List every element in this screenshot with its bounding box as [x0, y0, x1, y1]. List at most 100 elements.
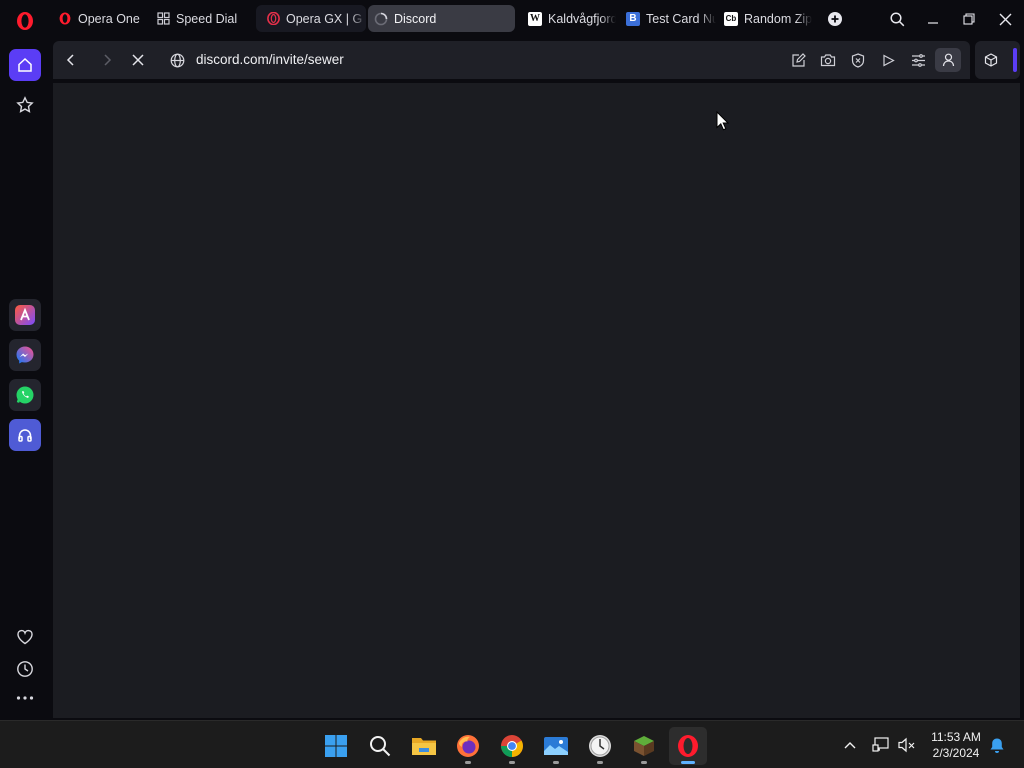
close-icon — [999, 13, 1011, 25]
network-icon — [872, 737, 889, 752]
forward-button[interactable] — [95, 48, 119, 72]
clock-date: 2/3/2024 — [932, 746, 980, 760]
profile-button[interactable] — [935, 48, 961, 72]
site-info-button[interactable] — [165, 48, 189, 72]
aria-icon — [15, 305, 35, 325]
more-dots-icon — [16, 696, 34, 700]
opera-icon — [678, 735, 698, 757]
address-toolbar: discord.com/invite/sewer — [53, 41, 970, 79]
camera-icon — [820, 54, 836, 67]
start-button[interactable] — [317, 727, 355, 765]
chevron-up-icon — [844, 742, 856, 749]
back-button[interactable] — [59, 48, 83, 72]
grid-icon — [156, 12, 170, 26]
sidebar-home-button[interactable] — [9, 49, 41, 81]
sidebar-more-button[interactable] — [9, 682, 41, 714]
tab-title: Opera One — [78, 11, 140, 26]
cube-icon — [984, 53, 998, 67]
windows-taskbar: 11:53 AM 2/3/2024 — [0, 720, 1024, 768]
snapshot-button[interactable] — [816, 48, 840, 72]
minimize-button[interactable] — [918, 6, 948, 32]
restore-button[interactable] — [954, 6, 984, 32]
page-viewport[interactable] — [53, 83, 1020, 718]
new-tab-button[interactable] — [820, 6, 850, 32]
accent-indicator — [1013, 48, 1017, 72]
chevron-left-icon — [66, 54, 74, 66]
network-button[interactable] — [869, 733, 893, 757]
sidebar-aria-button[interactable] — [9, 299, 41, 331]
heart-icon — [17, 629, 33, 645]
close-window-button[interactable] — [990, 6, 1020, 32]
extensions-button[interactable] — [979, 48, 1003, 72]
tab-test-card[interactable]: B Test Card Nu — [620, 5, 716, 32]
show-hidden-icons-button[interactable] — [838, 733, 862, 757]
opera-menu-button[interactable] — [12, 8, 38, 34]
taskbar-chrome[interactable] — [493, 727, 531, 765]
clock-time: 11:53 AM — [931, 730, 981, 744]
search-icon — [889, 11, 904, 26]
cb-icon: Cb — [724, 11, 738, 26]
photos-icon — [544, 737, 568, 755]
restore-icon — [963, 13, 975, 25]
edit-page-button[interactable] — [786, 48, 810, 72]
settings-sliders-icon — [911, 53, 925, 67]
close-icon — [132, 54, 144, 66]
tab-speed-dial[interactable]: Speed Dial — [150, 5, 250, 32]
mouse-cursor-icon — [716, 110, 730, 136]
sidebar-my-flow-button[interactable] — [9, 621, 41, 653]
tab-kaldvagfjord[interactable]: W Kaldvågfjord — [522, 5, 616, 32]
address-bar-url[interactable]: discord.com/invite/sewer — [196, 52, 344, 67]
messenger-icon — [16, 346, 34, 364]
taskbar-minecraft[interactable] — [625, 727, 663, 765]
system-clock[interactable]: 11:53 AM 2/3/2024 — [922, 729, 990, 761]
chrome-icon — [501, 735, 523, 757]
volume-button[interactable] — [895, 733, 919, 757]
tab-title: Discord — [394, 11, 437, 26]
notifications-button[interactable] — [985, 733, 1009, 757]
volume-muted-icon — [898, 737, 915, 753]
sidebar-pinboards-button[interactable] — [9, 89, 41, 121]
tab-opera-one[interactable]: Opera One — [52, 5, 144, 32]
bell-icon — [990, 738, 1004, 753]
b-icon: B — [626, 11, 640, 26]
opera-icon — [58, 12, 72, 26]
file-explorer-icon — [412, 738, 436, 755]
chevron-right-icon — [104, 54, 112, 66]
sidebar-music-player-button[interactable] — [9, 419, 41, 451]
taskbar-photos[interactable] — [537, 727, 575, 765]
star-icon — [16, 96, 34, 113]
firefox-icon — [457, 735, 479, 757]
whatsapp-icon — [16, 386, 34, 404]
headphones-icon — [18, 429, 32, 442]
sidebar-whatsapp-button[interactable] — [9, 379, 41, 411]
player-button[interactable] — [876, 48, 900, 72]
tab-discord[interactable]: Discord — [368, 5, 515, 32]
play-icon — [882, 54, 895, 66]
tab-strip: Opera One Speed Dial Opera GX | G Discor… — [0, 0, 1024, 38]
minecraft-icon — [634, 736, 654, 756]
sidebar-history-button[interactable] — [9, 653, 41, 685]
stop-loading-button[interactable] — [126, 48, 150, 72]
opera-gx-icon — [266, 12, 280, 26]
search-icon — [370, 736, 391, 757]
user-icon — [942, 53, 954, 67]
clock-app-icon — [589, 735, 611, 757]
easy-setup-button[interactable] — [906, 48, 930, 72]
globe-icon — [170, 53, 184, 67]
taskbar-clock-app[interactable] — [581, 727, 619, 765]
opera-logo-icon — [17, 12, 33, 30]
home-icon — [18, 57, 32, 72]
taskbar-search-button[interactable] — [361, 727, 399, 765]
tab-opera-gx[interactable]: Opera GX | G — [256, 5, 366, 32]
clock-icon — [17, 661, 33, 677]
tab-search-button[interactable] — [882, 6, 912, 32]
minimize-icon — [928, 22, 938, 24]
sidebar-messenger-button[interactable] — [9, 339, 41, 371]
taskbar-file-explorer[interactable] — [405, 727, 443, 765]
tab-title: Speed Dial — [176, 11, 238, 26]
ad-blocker-button[interactable] — [846, 48, 870, 72]
taskbar-firefox[interactable] — [449, 727, 487, 765]
taskbar-opera[interactable] — [669, 727, 707, 765]
shield-icon — [851, 52, 865, 68]
tab-random-zip[interactable]: Cb Random Zip — [718, 5, 812, 32]
